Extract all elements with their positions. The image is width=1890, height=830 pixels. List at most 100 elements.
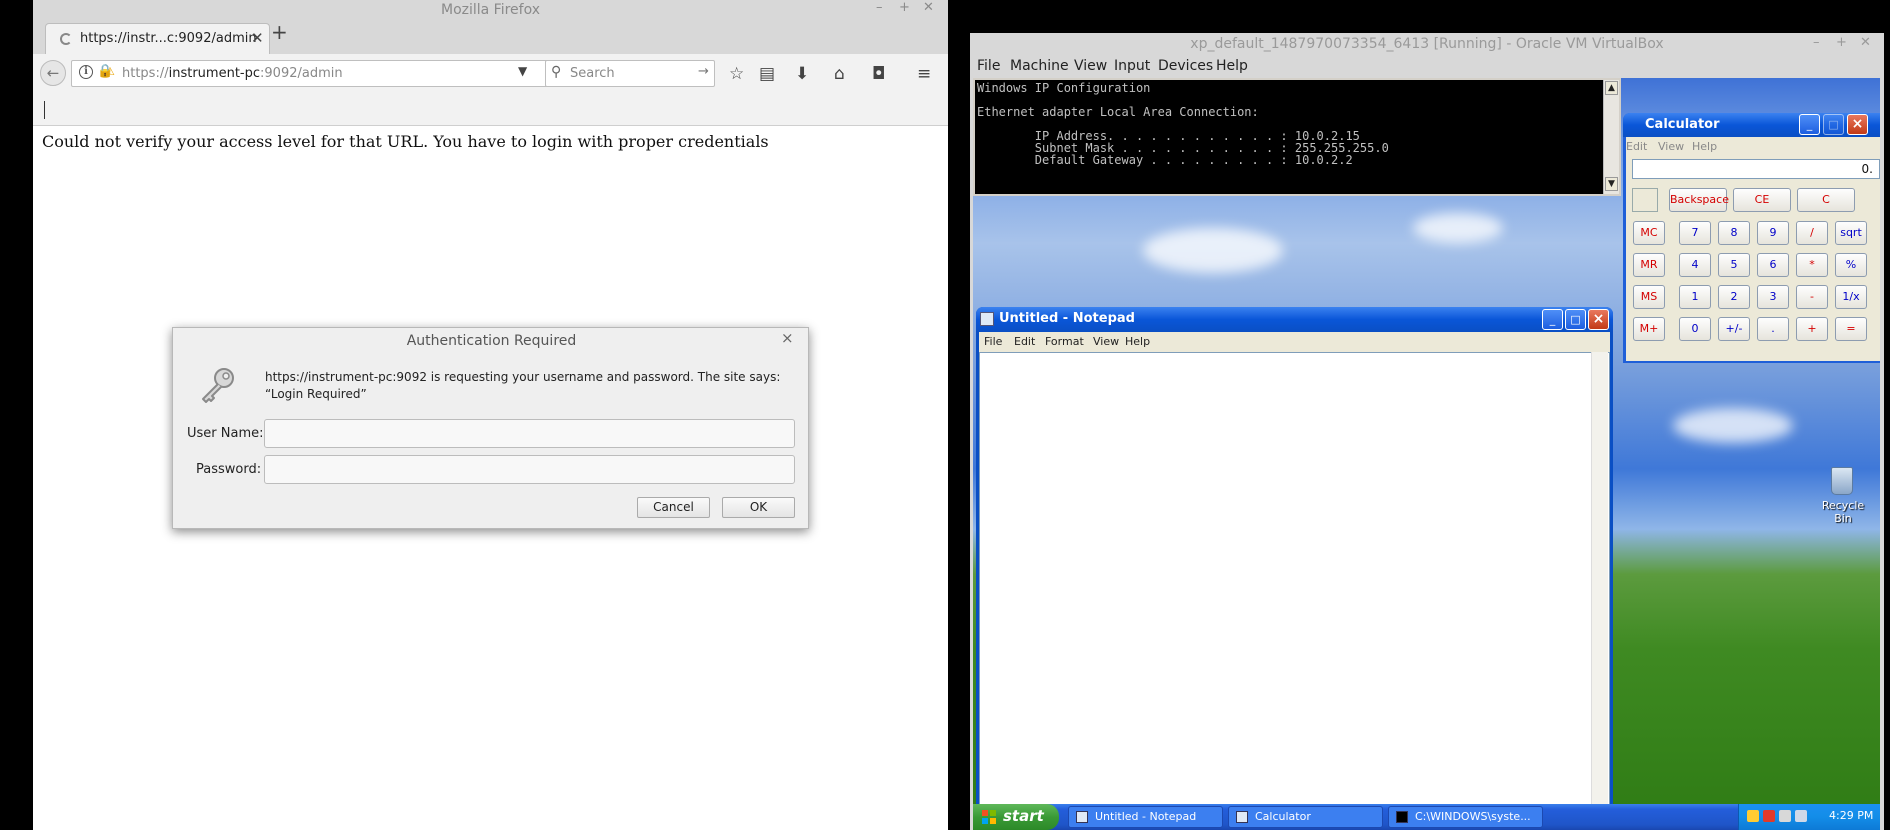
scroll-down-icon[interactable]: ▼ [1605, 177, 1618, 191]
url-bar[interactable]: i 🔒 ⚠ https://instrument-pc:9092/admin ▼… [71, 60, 576, 87]
vb-close-icon[interactable]: ✕ [1860, 35, 1871, 50]
key-icon [202, 368, 234, 403]
calculator-title-bar[interactable]: Calculator _ □ × [1623, 113, 1880, 137]
hamburger-menu-icon[interactable]: ≡ [917, 64, 931, 84]
key-plus-minus[interactable]: +/- [1718, 317, 1750, 341]
vb-menu-view[interactable]: View [1074, 58, 1107, 74]
key-multiply[interactable]: * [1796, 253, 1828, 277]
scroll-up-icon[interactable]: ▲ [1605, 81, 1618, 95]
taskbar-notepad[interactable]: Untitled - Notepad [1068, 806, 1223, 828]
calc-menu-view[interactable]: View [1658, 140, 1684, 153]
vb-menu-devices[interactable]: Devices [1158, 58, 1213, 74]
volume-icon[interactable] [1795, 810, 1807, 822]
calc-minimize-icon[interactable]: _ [1799, 114, 1820, 135]
tab-close-icon[interactable]: ✕ [251, 29, 264, 47]
start-button[interactable]: start [973, 804, 1059, 830]
key-9[interactable]: 9 [1757, 221, 1789, 245]
key-6[interactable]: 6 [1757, 253, 1789, 277]
notepad-menu-file[interactable]: File [984, 335, 1002, 348]
guest-desktop[interactable]: Windows IP Configuration Ethernet adapte… [973, 78, 1880, 830]
cloud [1673, 408, 1793, 443]
dialog-close-icon[interactable]: × [781, 329, 794, 347]
password-input[interactable] [264, 455, 795, 484]
key-divide[interactable]: / [1796, 221, 1828, 245]
maximize-icon[interactable]: + [899, 0, 910, 15]
reading-list-icon[interactable]: ▤ [759, 64, 775, 84]
navigation-toolbar: ← i 🔒 ⚠ https://instrument-pc:9092/admin… [33, 54, 948, 92]
key-equals[interactable]: = [1835, 317, 1867, 341]
downloads-icon[interactable]: ⬇ [795, 64, 809, 84]
cancel-button[interactable]: Cancel [637, 497, 710, 518]
ms-button[interactable]: MS [1633, 285, 1665, 309]
calc-menu-help[interactable]: Help [1692, 140, 1717, 153]
key-0[interactable]: 0 [1679, 317, 1711, 341]
taskbar-cmd[interactable]: C:\WINDOWS\syste... [1388, 806, 1543, 828]
key-7[interactable]: 7 [1679, 221, 1711, 245]
key-minus[interactable]: - [1796, 285, 1828, 309]
virtualbox-window: xp_default_1487970073354_6413 [Running] … [970, 33, 1884, 830]
browser-tab[interactable]: https://instr...c:9092/admin ✕ [45, 23, 270, 54]
calculator-window[interactable]: Calculator _ □ × Edit View Help 0. Backs… [1623, 113, 1880, 363]
search-go-icon[interactable]: → [698, 64, 709, 79]
pocket-icon[interactable]: ◘ [872, 64, 885, 84]
vb-maximize-icon[interactable]: + [1836, 35, 1847, 50]
warning-icon: ⚠ [105, 65, 115, 78]
back-button[interactable]: ← [40, 60, 66, 86]
recycle-bin-icon [1831, 467, 1853, 495]
notepad-maximize-icon[interactable]: □ [1565, 309, 1586, 330]
site-info-icon[interactable]: i [79, 65, 93, 79]
minimize-icon[interactable]: – [876, 0, 883, 15]
notepad-menu-edit[interactable]: Edit [1014, 335, 1035, 348]
key-reciprocal[interactable]: 1/x [1835, 285, 1867, 309]
taskbar: start Untitled - Notepad Calculator C:\W… [973, 804, 1880, 830]
search-box[interactable]: ⚲ Search → [545, 60, 715, 87]
notepad-menu-help[interactable]: Help [1125, 335, 1150, 348]
notepad-close-icon[interactable]: × [1588, 309, 1609, 330]
m-plus-button[interactable]: M+ [1633, 317, 1665, 341]
vb-menu-file[interactable]: File [977, 58, 1000, 74]
vb-menu-help[interactable]: Help [1216, 58, 1248, 74]
key-plus[interactable]: + [1796, 317, 1828, 341]
key-5[interactable]: 5 [1718, 253, 1750, 277]
close-icon[interactable]: ✕ [923, 0, 934, 15]
bookmark-star-icon[interactable]: ☆ [729, 64, 744, 84]
key-decimal[interactable]: . [1757, 317, 1789, 341]
url-text[interactable]: https://instrument-pc:9092/admin [122, 66, 343, 81]
ce-button[interactable]: CE [1733, 188, 1791, 212]
url-dropdown-icon[interactable]: ▼ [518, 64, 527, 78]
key-2[interactable]: 2 [1718, 285, 1750, 309]
command-prompt-window[interactable]: Windows IP Configuration Ethernet adapte… [973, 78, 1621, 196]
taskbar-calculator[interactable]: Calculator [1228, 806, 1383, 828]
notepad-text-area[interactable] [979, 352, 1610, 830]
key-8[interactable]: 8 [1718, 221, 1750, 245]
new-tab-icon[interactable]: + [271, 20, 288, 44]
mc-button[interactable]: MC [1633, 221, 1665, 245]
system-tray: 4:29 PM [1738, 804, 1880, 830]
ok-button[interactable]: OK [722, 497, 795, 518]
security-shield-icon[interactable] [1747, 810, 1759, 822]
vb-menu-machine[interactable]: Machine [1010, 58, 1069, 74]
firefox-window-title: Mozilla Firefox [440, 2, 541, 18]
calc-close-icon[interactable]: × [1847, 114, 1868, 135]
key-4[interactable]: 4 [1679, 253, 1711, 277]
key-sqrt[interactable]: sqrt [1835, 221, 1867, 245]
mr-button[interactable]: MR [1633, 253, 1665, 277]
key-1[interactable]: 1 [1679, 285, 1711, 309]
cmd-scrollbar[interactable]: ▲ ▼ [1603, 80, 1619, 194]
network-icon[interactable] [1779, 810, 1791, 822]
username-input[interactable] [264, 419, 795, 448]
notepad-menu-format[interactable]: Format [1045, 335, 1084, 348]
notepad-menu-view[interactable]: View [1093, 335, 1119, 348]
vb-minimize-icon[interactable]: – [1813, 35, 1820, 50]
key-percent[interactable]: % [1835, 253, 1867, 277]
notepad-minimize-icon[interactable]: _ [1542, 309, 1563, 330]
home-icon[interactable]: ⌂ [834, 64, 845, 84]
clear-button[interactable]: C [1797, 188, 1855, 212]
notepad-window[interactable]: Untitled - Notepad _ □ × File Edit Forma… [976, 307, 1613, 830]
backspace-button[interactable]: Backspace [1669, 188, 1729, 212]
notepad-title-bar[interactable]: Untitled - Notepad _ □ × [976, 307, 1613, 332]
key-3[interactable]: 3 [1757, 285, 1789, 309]
calc-menu-edit[interactable]: Edit [1626, 140, 1647, 153]
security-alert-icon[interactable] [1763, 810, 1775, 822]
vb-menu-input[interactable]: Input [1114, 58, 1150, 74]
